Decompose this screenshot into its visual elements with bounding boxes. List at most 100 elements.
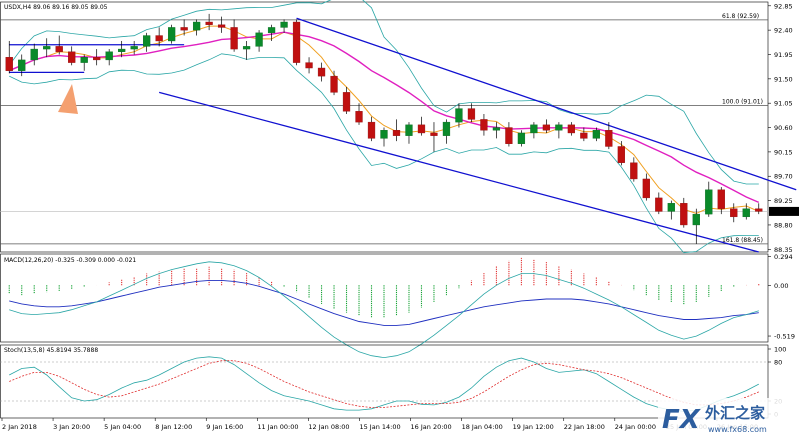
bollinger-upper [8, 0, 759, 185]
chart-canvas[interactable]: 92.85 92.40 91.95 91.50 91.05 90.60 90.15 89.70… [0, 0, 800, 439]
x-tick-label: 22 Jan 18:00 [564, 423, 605, 431]
candle-body [592, 130, 600, 139]
candle-body [105, 51, 113, 61]
candle-body [717, 189, 725, 209]
x-tick-label: 3 Jan 20:00 [53, 423, 90, 431]
candle-body [217, 24, 226, 28]
x-tick-label: 18 Jan 04:00 [462, 423, 503, 431]
candle-body [342, 92, 351, 112]
candle-body [93, 56, 101, 61]
candle-body [605, 130, 613, 147]
candle-body [755, 208, 763, 212]
fib-level-label: 161.8 (88.45) [722, 237, 763, 244]
macd-panel[interactable]: 0.294 0.00 -0.519 [0, 253, 795, 359]
y-tick-label: 0.00 [774, 282, 788, 290]
candle-body [255, 32, 263, 47]
candle-body [530, 124, 538, 134]
candle-body [467, 108, 476, 120]
candle-body [55, 46, 63, 52]
candle-body [655, 197, 663, 212]
candle-body [267, 27, 276, 34]
candle-body [580, 132, 588, 139]
y-tick-label: 89.25 [774, 197, 793, 205]
y-tick-label: 90.15 [774, 148, 793, 156]
candle-body [617, 146, 625, 163]
candle-body [155, 35, 163, 42]
candle-body [517, 132, 526, 144]
candle-body [742, 208, 750, 218]
x-tick-label: 15 Jan 14:00 [359, 423, 400, 431]
up-arrow-icon [58, 84, 78, 114]
candle-body [68, 51, 76, 63]
fib-level-label: 100.0 (91.01) [722, 98, 763, 105]
candle-body [143, 35, 151, 47]
y-tick-label: 92.85 [774, 2, 793, 10]
y-tick-label: 88.80 [774, 221, 793, 229]
candle-body [405, 124, 413, 136]
current-price-label: 89.05 [772, 208, 791, 216]
candle-body [505, 127, 513, 144]
candle-body [292, 21, 301, 63]
candle-body [567, 124, 576, 134]
y-tick-label: 91.50 [774, 75, 793, 83]
candle-body [542, 124, 551, 131]
candle-body [317, 67, 326, 77]
candle-body [205, 21, 213, 25]
chart-title: USDX,H4 89.06 89.16 89.05 89.05 [4, 4, 108, 11]
chart-window: 92.85 92.40 91.95 91.50 91.05 90.60 90.15 89.70… [0, 0, 800, 439]
x-tick-label: 19 Jan 12:00 [513, 423, 554, 431]
stoch-d-line [9, 360, 759, 408]
candle-body [43, 46, 51, 50]
candle-body [667, 203, 675, 212]
candle-body [692, 213, 700, 226]
candle-body [355, 111, 363, 123]
candle-body [417, 124, 426, 134]
logo-fx: FX [662, 405, 702, 435]
bollinger-lower [9, 53, 759, 254]
y-tick-label: 100 [774, 346, 786, 354]
stoch-k-line [9, 356, 759, 412]
candle-body [242, 46, 251, 50]
candle-body [430, 132, 438, 136]
candle-body [730, 208, 738, 218]
price-panel[interactable]: 92.85 92.40 91.95 91.50 91.05 90.60 90.15 89.70… [0, 0, 799, 254]
x-tick-label: 16 Jan 20:00 [411, 423, 452, 431]
candle-body [630, 162, 638, 180]
candle-body [480, 119, 488, 131]
candle-body [18, 59, 26, 71]
candle-body [442, 121, 451, 136]
candle-body [180, 27, 188, 31]
time-axis: 2 Jan 2018 3 Jan 20:00 5 Jan 04:00 8 Jan 12… [1, 418, 758, 431]
stoch-frame [0, 344, 769, 419]
x-tick-label: 8 Jan 12:00 [155, 423, 192, 431]
candle-body [492, 127, 501, 131]
candle-body [118, 48, 126, 52]
x-tick-label: 9 Jan 16:00 [206, 423, 243, 431]
candle-body [192, 21, 201, 31]
logo-cn: 外汇之家 [704, 404, 765, 422]
candle-body [80, 56, 88, 63]
x-tick-label: 24 Jan 00:00 [615, 423, 656, 431]
candle-body [367, 121, 376, 139]
x-tick-label: 12 Jan 08:00 [308, 423, 349, 431]
candle-body [680, 203, 688, 226]
y-tick-label: 92.40 [774, 27, 793, 35]
macd-label: MACD(12,26,20) -0.325 -0.309 0.000 -0.02… [4, 257, 136, 264]
logo-url: www.fx68.com [708, 425, 767, 434]
candle-body [455, 108, 463, 123]
candle-body [705, 189, 713, 215]
x-tick-label: 5 Jan 04:00 [104, 423, 141, 431]
candle-body [555, 124, 563, 131]
brand-logo: FX 外汇之家 www.fx68.com [658, 398, 798, 436]
candle-body [280, 21, 288, 28]
candle-body [5, 56, 13, 71]
x-tick-label: 11 Jan 00:00 [257, 423, 298, 431]
y-tick-label: 89.70 [774, 173, 793, 181]
y-tick-label: 90.60 [774, 124, 793, 132]
fib-level-label: 61.8 (92.59) [722, 13, 759, 20]
candle-body [392, 130, 401, 136]
y-tick-label: 80 [774, 359, 782, 367]
y-tick-label: 91.05 [774, 100, 793, 108]
candle-body [168, 27, 176, 42]
candle-body [130, 46, 138, 50]
